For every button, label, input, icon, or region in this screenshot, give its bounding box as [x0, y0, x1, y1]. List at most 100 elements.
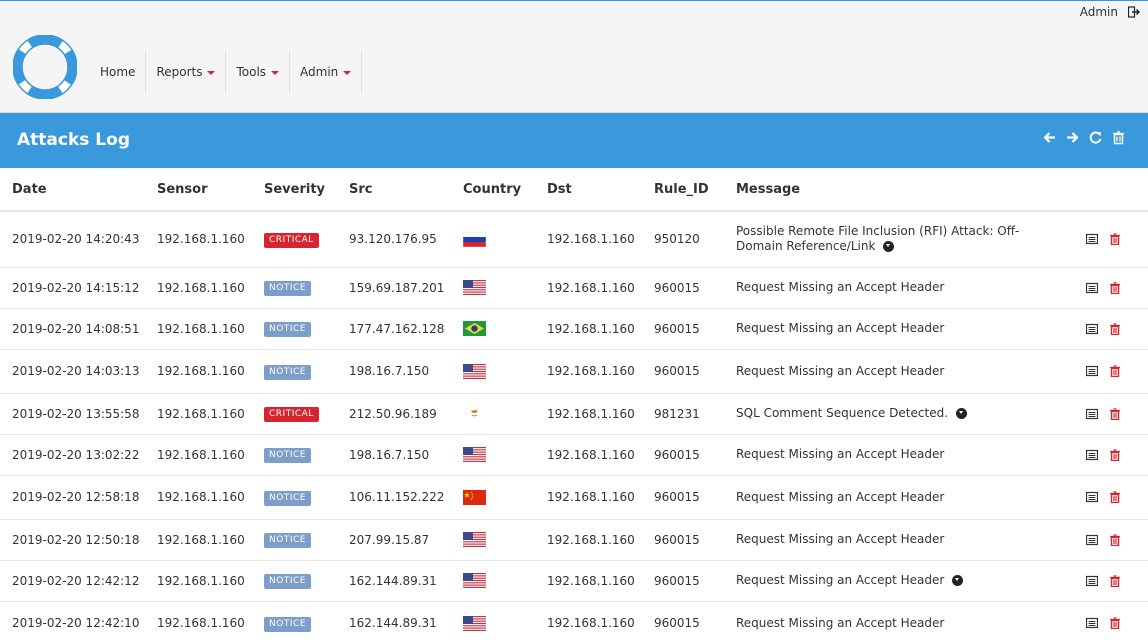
col-sensor[interactable]: Sensor: [145, 168, 252, 212]
trash-icon[interactable]: [1111, 130, 1126, 145]
cell-dst: 192.168.1.160: [535, 560, 642, 602]
expand-details-icon[interactable]: [952, 575, 964, 586]
panel-header: Attacks Log: [0, 113, 1148, 168]
table-row[interactable]: 2019-02-20 13:55:58 192.168.1.160 CRITICAL…: [0, 393, 1148, 435]
col-date[interactable]: Date: [0, 168, 145, 212]
view-details-icon[interactable]: [1086, 534, 1098, 546]
logout-icon[interactable]: [1128, 6, 1140, 18]
table-row[interactable]: 2019-02-20 13:02:22 192.168.1.160 NOTICE 19…: [0, 434, 1148, 476]
cell-rule-id: 960015: [642, 601, 724, 640]
cell-sensor: 192.168.1.160: [145, 519, 252, 561]
nav-home[interactable]: Home: [90, 51, 147, 93]
cell-sensor: 192.168.1.160: [145, 267, 252, 309]
attacks-table: Date Sensor Severity Src Country Dst Rul…: [0, 168, 1148, 640]
table-row[interactable]: 2019-02-20 12:42:10 192.168.1.160 NOTICE 16…: [0, 601, 1148, 640]
view-details-icon[interactable]: [1086, 323, 1098, 335]
cell-actions: [1074, 267, 1148, 309]
delete-icon[interactable]: [1109, 533, 1121, 546]
view-details-icon[interactable]: [1086, 365, 1098, 377]
nav-admin[interactable]: Admin: [290, 51, 363, 93]
view-details-icon[interactable]: [1086, 282, 1098, 294]
cell-severity: NOTICE: [252, 308, 337, 350]
user-menu-link[interactable]: Admin: [1080, 5, 1118, 19]
cell-rule-id: 960015: [642, 560, 724, 602]
cell-severity: NOTICE: [252, 349, 337, 394]
cell-src: 198.16.7.150: [337, 349, 451, 394]
col-country[interactable]: Country: [451, 168, 535, 212]
table-row[interactable]: 2019-02-20 14:03:13 192.168.1.160 NOTICE 19…: [0, 349, 1148, 394]
cell-message: Request Missing an Accept Header: [724, 267, 1074, 309]
view-details-icon[interactable]: [1086, 449, 1098, 461]
table-row[interactable]: 2019-02-20 14:08:51 192.168.1.160 NOTICE 17…: [0, 308, 1148, 350]
table-row[interactable]: 2019-02-20 14:20:43 192.168.1.160 CRITICAL…: [0, 211, 1148, 268]
cell-dst: 192.168.1.160: [535, 519, 642, 561]
delete-icon[interactable]: [1109, 365, 1121, 377]
cell-rule-id: 960015: [642, 519, 724, 561]
col-message[interactable]: Message: [724, 168, 1074, 212]
cell-severity: NOTICE: [252, 601, 337, 640]
cell-dst: 192.168.1.160: [535, 601, 642, 640]
arrow-left-icon[interactable]: [1042, 130, 1057, 145]
delete-icon[interactable]: [1109, 448, 1121, 461]
delete-icon[interactable]: [1109, 491, 1121, 503]
table-row[interactable]: 2019-02-20 12:42:12 192.168.1.160 NOTICE 16…: [0, 560, 1148, 602]
view-details-icon[interactable]: [1086, 408, 1098, 420]
flag-cy-icon: [463, 406, 486, 421]
flag-us-icon: [463, 447, 486, 462]
view-details-icon[interactable]: [1086, 233, 1098, 245]
cell-sensor: 192.168.1.160: [145, 475, 252, 520]
cell-actions: [1074, 349, 1148, 394]
cell-message: Request Missing an Accept Header: [724, 308, 1074, 350]
expand-details-icon[interactable]: [883, 241, 895, 253]
nav-reports[interactable]: Reports: [146, 51, 227, 93]
severity-badge: NOTICE: [264, 322, 311, 337]
refresh-icon[interactable]: [1088, 130, 1103, 145]
message-text: SQL Comment Sequence Detected.: [736, 406, 949, 420]
table-row[interactable]: 2019-02-20 12:50:18 192.168.1.160 NOTICE 20…: [0, 519, 1148, 561]
col-severity[interactable]: Severity: [252, 168, 337, 212]
cell-sensor: 192.168.1.160: [145, 560, 252, 602]
cell-dst: 192.168.1.160: [535, 475, 642, 520]
expand-details-icon[interactable]: [956, 408, 968, 419]
delete-icon[interactable]: [1109, 281, 1121, 294]
view-details-icon[interactable]: [1086, 491, 1098, 503]
delete-icon[interactable]: [1109, 322, 1121, 335]
table-row[interactable]: 2019-02-20 12:58:18 192.168.1.160 NOTICE 10…: [0, 475, 1148, 520]
cell-date: 2019-02-20 12:50:18: [0, 519, 145, 561]
col-src[interactable]: Src: [337, 168, 451, 212]
cell-country: [451, 308, 535, 350]
cell-src: 162.144.89.31: [337, 560, 451, 602]
nav-label: Reports: [156, 65, 203, 79]
caret-down-icon: [343, 71, 352, 75]
cell-date: 2019-02-20 12:42:10: [0, 601, 145, 640]
view-details-icon[interactable]: [1086, 617, 1098, 629]
col-rule-id[interactable]: Rule_ID: [642, 168, 724, 212]
nav-tools[interactable]: Tools: [226, 51, 291, 93]
view-details-icon[interactable]: [1086, 575, 1098, 587]
delete-icon[interactable]: [1109, 617, 1121, 629]
message-text: Request Missing an Accept Header: [736, 363, 945, 378]
caret-down-icon: [271, 71, 280, 75]
cell-date: 2019-02-20 13:55:58: [0, 393, 145, 435]
cell-src: 159.69.187.201: [337, 267, 451, 309]
message-text: Possible Remote File Inclusion (RFI) Att…: [736, 224, 1020, 254]
col-dst[interactable]: Dst: [535, 168, 642, 212]
cell-message: Request Missing an Accept Header: [724, 601, 1074, 640]
lifebuoy-logo-icon[interactable]: [13, 35, 77, 99]
main-nav: Home Reports Tools Admin: [90, 51, 363, 93]
table-row[interactable]: 2019-02-20 14:15:12 192.168.1.160 NOTICE 15…: [0, 267, 1148, 309]
cell-date: 2019-02-20 14:08:51: [0, 308, 145, 350]
severity-badge: CRITICAL: [264, 407, 319, 422]
cell-message: Request Missing an Accept Header: [724, 434, 1074, 476]
severity-badge: NOTICE: [264, 533, 311, 548]
cell-country: [451, 601, 535, 640]
message-text: Request Missing an Accept Header: [736, 615, 945, 630]
arrow-right-icon[interactable]: [1065, 130, 1080, 145]
delete-icon[interactable]: [1109, 233, 1121, 246]
cell-rule-id: 960015: [642, 434, 724, 476]
cell-dst: 192.168.1.160: [535, 434, 642, 476]
delete-icon[interactable]: [1109, 574, 1121, 587]
flag-us-icon: [463, 280, 486, 295]
delete-icon[interactable]: [1109, 407, 1121, 420]
message-text: Request Missing an Accept Header: [736, 573, 945, 587]
